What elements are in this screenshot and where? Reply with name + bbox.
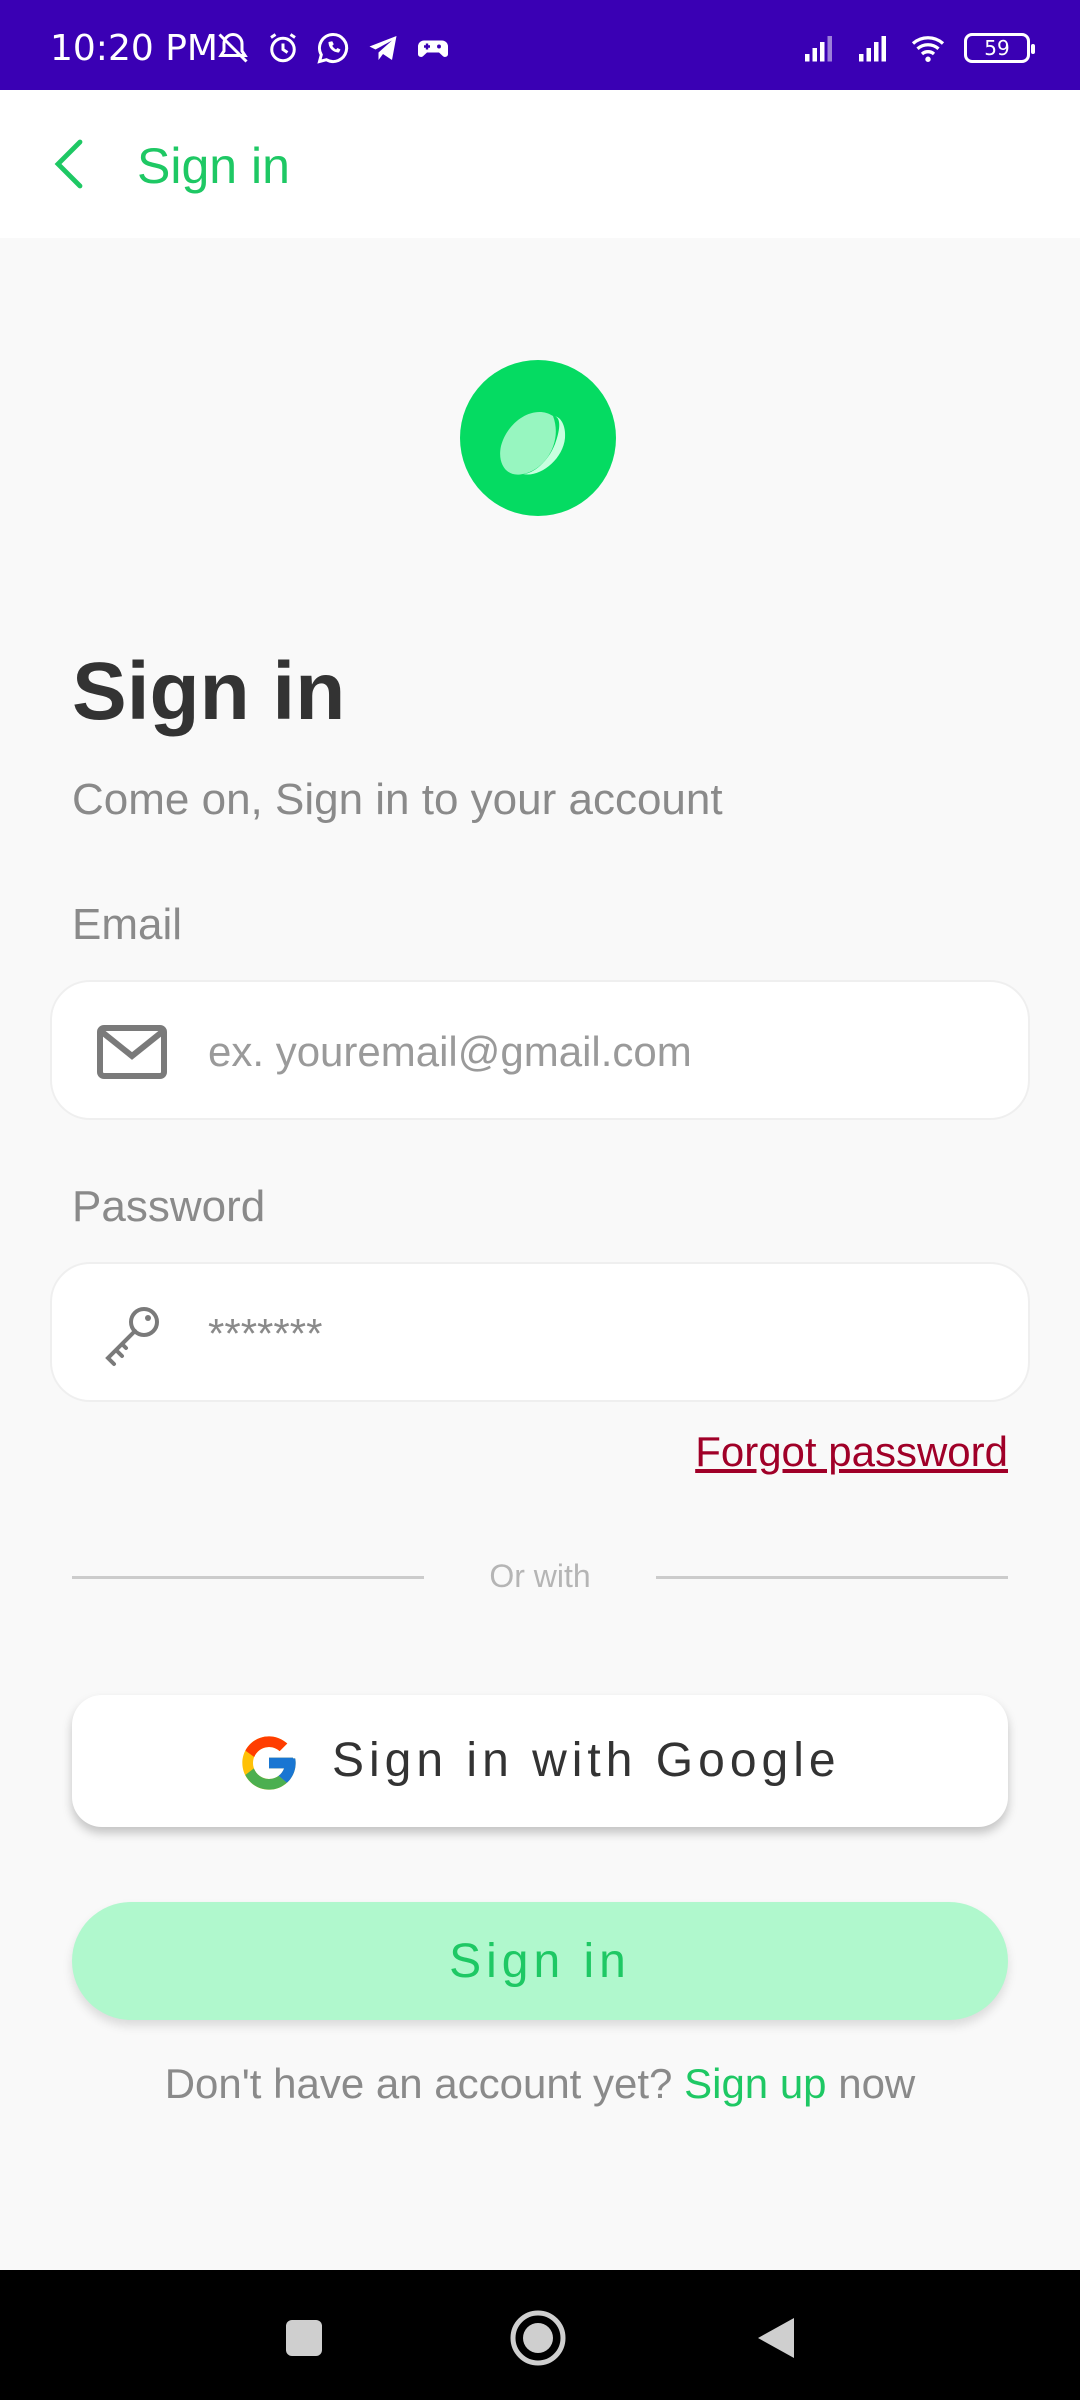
status-bar: 10:20 PM 59 [0, 0, 1080, 90]
signup-row: Don't have an account yet? Sign up now [0, 2060, 1080, 2108]
status-time: 10:20 PM [50, 28, 218, 69]
system-icons: 59 [802, 30, 1035, 66]
signup-prefix: Don't have an account yet? [164, 2060, 673, 2107]
app-bar: Sign in [0, 90, 1080, 238]
app-bar-title: Sign in [137, 138, 290, 194]
navigation-bar [0, 2270, 1080, 2400]
signin-button[interactable]: Sign in [72, 1902, 1008, 2020]
home-button[interactable] [508, 2308, 568, 2368]
signup-link[interactable]: Sign up [684, 2060, 826, 2107]
google-signin-button[interactable]: Sign in with Google [72, 1695, 1008, 1827]
back-button[interactable] [38, 132, 102, 196]
key-icon [105, 1307, 159, 1366]
signal-icon [859, 36, 886, 62]
email-label: Email [72, 900, 183, 949]
wifi-icon [911, 36, 945, 62]
divider-right [656, 1576, 1008, 1579]
home-circle-icon [510, 2310, 566, 2366]
signup-suffix: now [838, 2060, 916, 2107]
logo-leaf-icon [500, 411, 566, 475]
page-subtitle: Come on, Sign in to your account [72, 775, 723, 824]
alarm-icon [270, 33, 296, 63]
password-field[interactable] [50, 1262, 1030, 1402]
password-input[interactable] [208, 1296, 988, 1372]
back-triangle-icon [758, 2318, 794, 2358]
battery-icon: 59 [964, 33, 1035, 63]
email-input[interactable] [208, 1014, 988, 1090]
password-label: Password [72, 1182, 266, 1231]
email-field[interactable] [50, 980, 1030, 1120]
notification-icons [215, 30, 451, 66]
google-signin-label: Sign in with Google [332, 1734, 841, 1787]
recents-button[interactable] [274, 2308, 334, 2368]
mute-bell-icon [218, 32, 248, 63]
telegram-icon [369, 36, 397, 60]
game-controller-icon [418, 40, 448, 57]
forgot-password-link[interactable]: Forgot password [695, 1428, 1008, 1476]
page-title: Sign in [72, 646, 346, 737]
recents-square-icon [286, 2320, 322, 2356]
google-icon [242, 1736, 296, 1790]
divider-left [72, 1576, 424, 1579]
signal-icon [805, 36, 832, 62]
app-logo [460, 360, 616, 516]
back-nav-button[interactable] [746, 2308, 806, 2368]
whatsapp-icon [317, 32, 349, 64]
divider-text: Or with [489, 1558, 591, 1594]
chevron-left-icon [54, 139, 83, 189]
mail-icon [97, 1025, 167, 1079]
